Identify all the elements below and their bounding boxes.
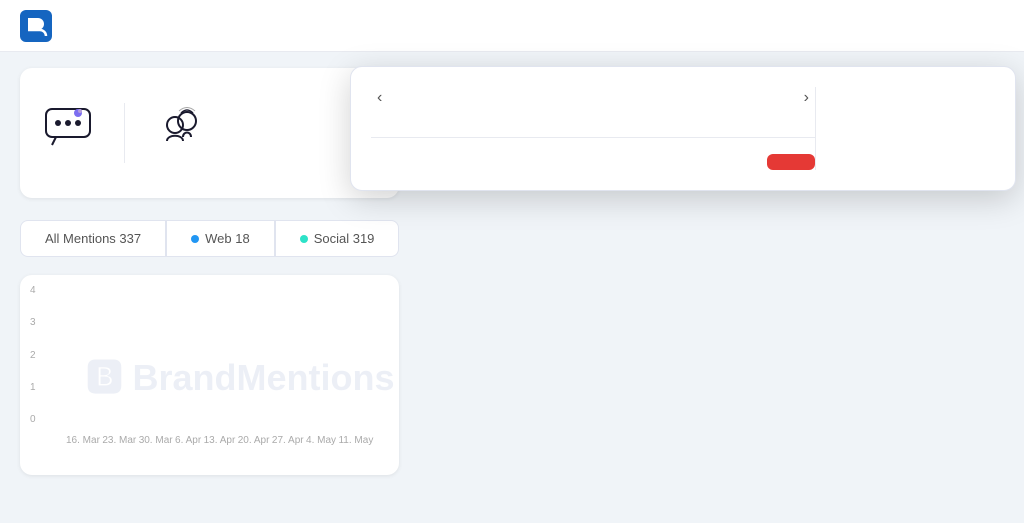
calendar-popup: ‹ › [350,66,1016,191]
tab-social[interactable]: Social 319 [275,220,400,257]
y-axis: 43210 [30,285,36,425]
april-calendar: › [605,87,815,121]
chart-bars [56,291,383,431]
prev-month-button[interactable]: ‹ [371,87,388,109]
calendars-wrapper: ‹ › [371,87,815,170]
tab-social-label: Social 319 [314,231,375,246]
stats-card [20,68,399,198]
social-dot [300,235,308,243]
reach-stat [157,107,205,159]
chart-area: 43210 🅱 BrandMentions 16. Mar23. Mar30. … [20,275,399,475]
calendar-footer [371,137,815,170]
logo-icon [20,10,52,42]
calendars-section: ‹ › [371,87,815,121]
apply-button[interactable] [767,154,815,170]
divider [124,103,125,163]
mentions-icon [44,107,92,147]
tab-web[interactable]: Web 18 [166,220,275,257]
march-calendar: ‹ [371,87,581,121]
tabs-section: All Mentions 337 Web 18 Social 319 [20,220,399,257]
tab-all-label: All Mentions 337 [45,231,141,246]
next-month-button[interactable]: › [798,87,815,109]
mentions-stat [44,107,92,159]
tab-all-mentions[interactable]: All Mentions 337 [20,220,166,257]
logo [20,10,60,42]
tab-web-label: Web 18 [205,231,250,246]
web-dot [191,235,199,243]
cancel-button[interactable] [725,154,757,170]
quick-options-panel [815,87,995,170]
march-header: ‹ [371,87,581,109]
reach-icon [157,107,205,147]
header [0,0,1024,52]
april-header: › [605,87,815,109]
main-content: All Mentions 337 Web 18 Social 319 43210… [0,52,1024,491]
chart-x-labels: 16. Mar23. Mar30. Mar6. Apr 13. Apr20. A… [56,431,383,446]
